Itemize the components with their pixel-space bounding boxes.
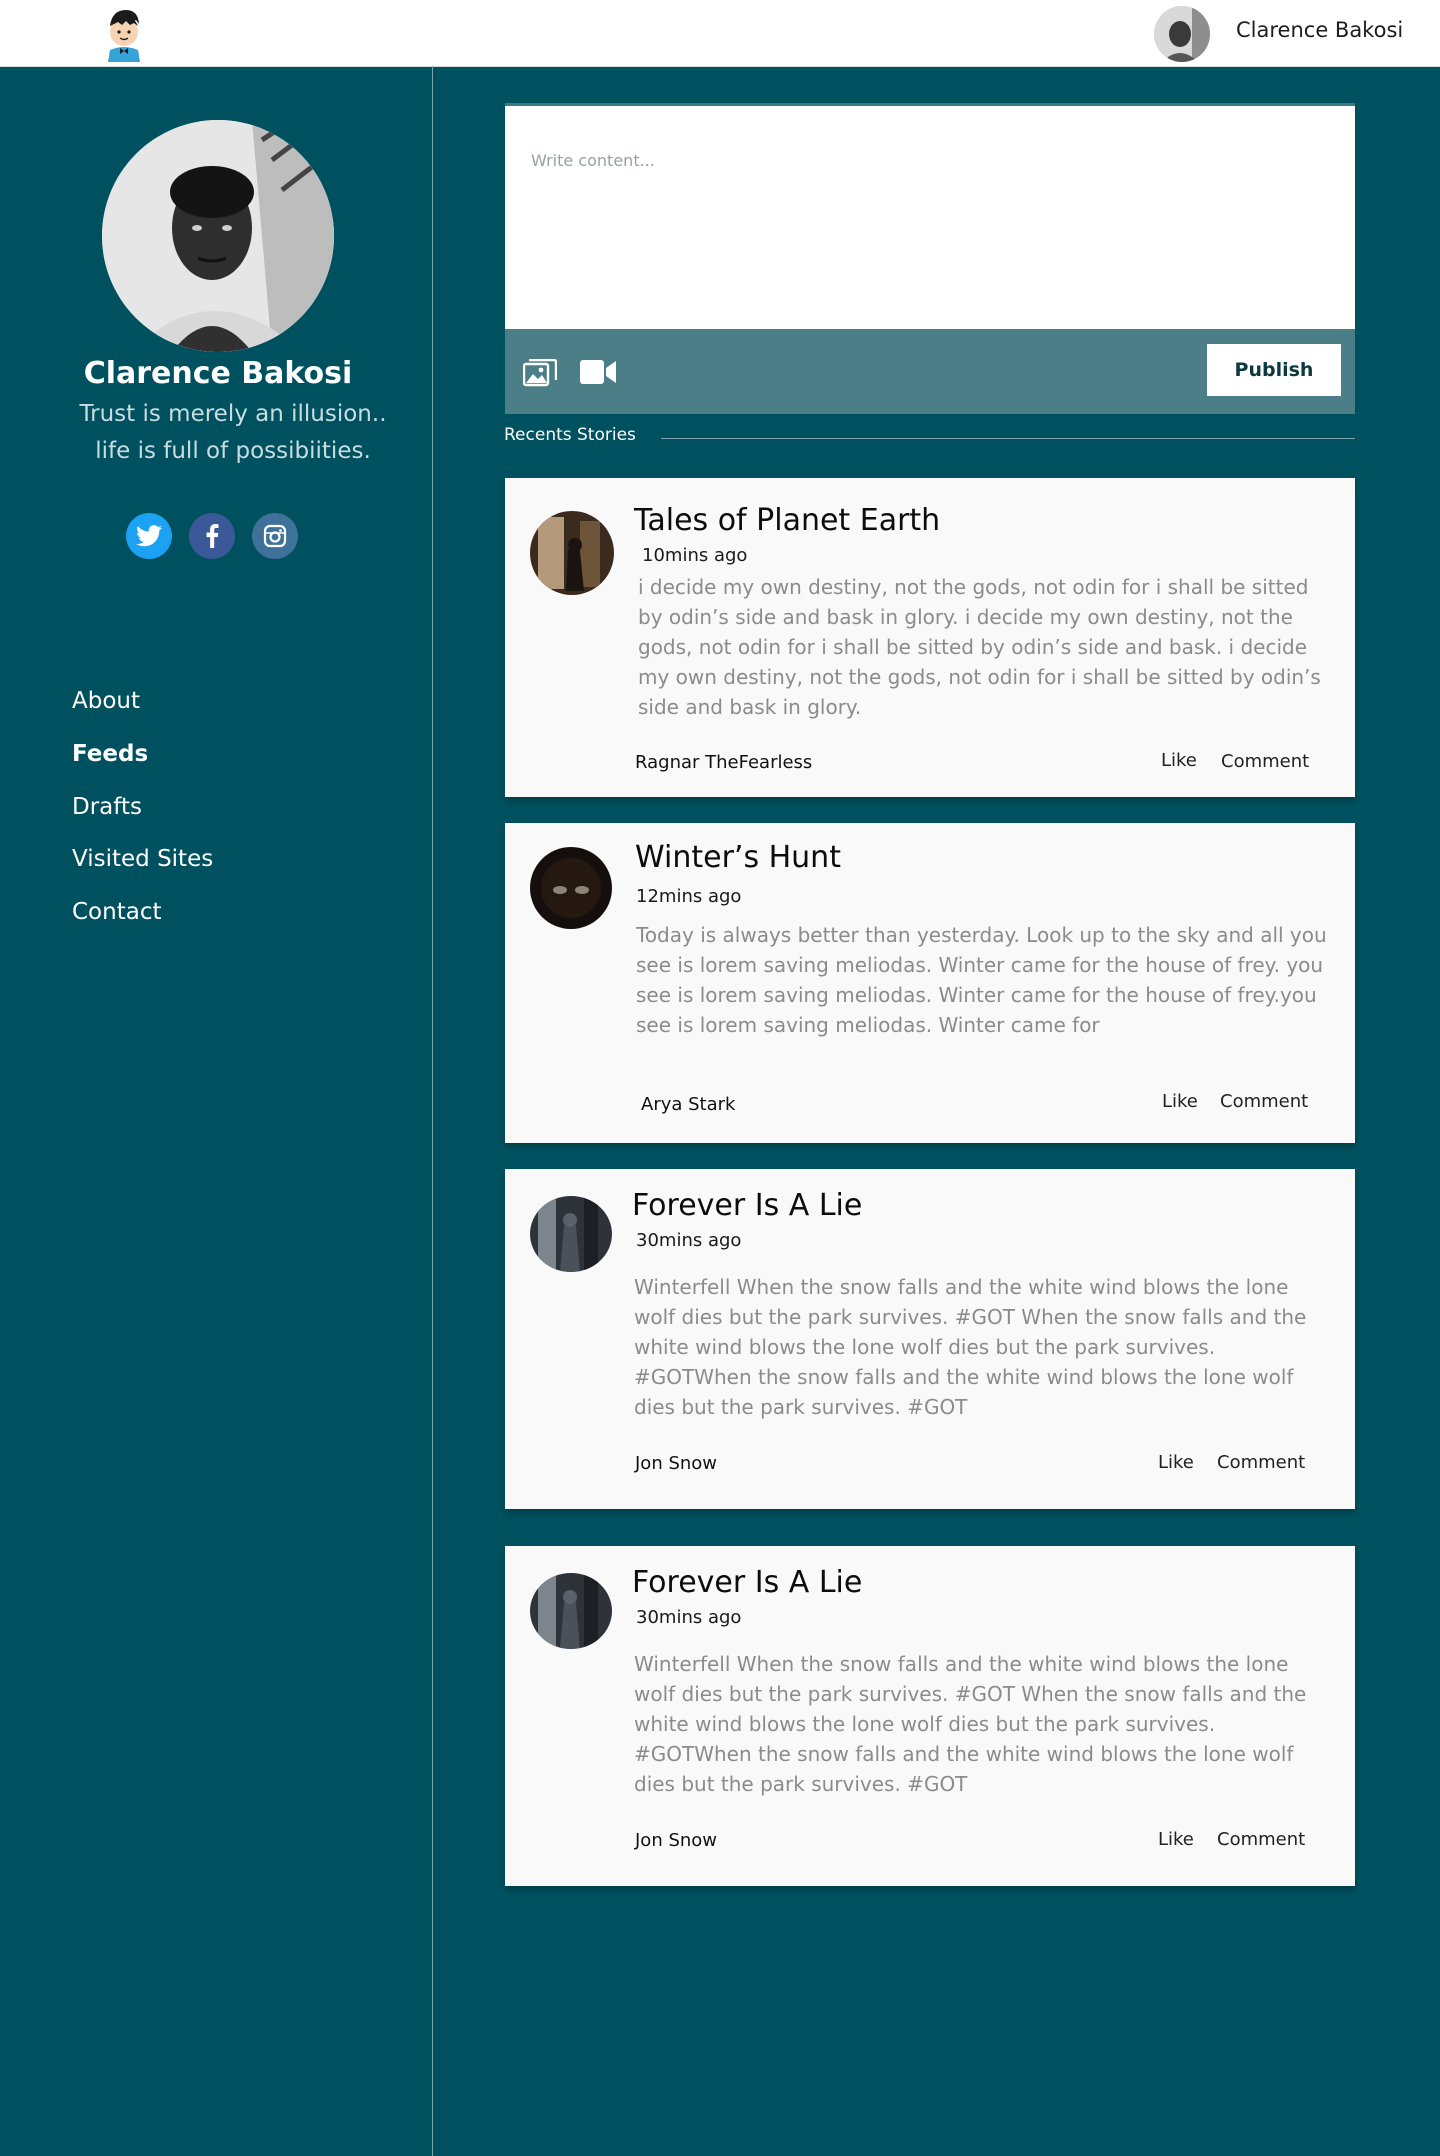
video-camera-icon[interactable]	[579, 359, 617, 389]
post-title[interactable]: Tales of Planet Earth	[634, 503, 940, 538]
nav-item-visited-sites[interactable]: Visited Sites	[72, 846, 213, 872]
nav-item-feeds[interactable]: Feeds	[72, 741, 148, 767]
top-bar: Clarence Bakosi	[0, 0, 1440, 67]
comment-button[interactable]: Comment	[1217, 1452, 1305, 1473]
post-composer: Write content... Publish	[505, 103, 1355, 414]
publish-button[interactable]: Publish	[1207, 344, 1341, 396]
post-title[interactable]: Forever Is A Lie	[632, 1188, 862, 1223]
facebook-icon[interactable]	[189, 513, 235, 559]
comment-button[interactable]: Comment	[1220, 1091, 1308, 1112]
section-divider	[661, 438, 1355, 439]
sidebar: Clarence Bakosi Trust is merely an illus…	[0, 66, 433, 2156]
post-card: Forever Is A Lie 30mins ago Winterfell W…	[505, 1169, 1355, 1509]
post-title[interactable]: Winter’s Hunt	[635, 840, 841, 875]
post-title[interactable]: Forever Is A Lie	[632, 1565, 862, 1600]
post-author-name[interactable]: Jon Snow	[635, 1830, 717, 1851]
post-body: Today is always better than yesterday. L…	[636, 923, 1327, 1037]
post-author-avatar[interactable]	[530, 1573, 612, 1649]
twitter-icon[interactable]	[126, 513, 172, 559]
header-avatar[interactable]	[1154, 6, 1210, 62]
profile-name: Clarence Bakosi	[83, 356, 353, 391]
profile-bio-line-2: life is full of possibiities.	[95, 438, 371, 464]
profile-photo	[102, 120, 334, 352]
post-author-avatar[interactable]	[530, 511, 614, 595]
post-time: 12mins ago	[636, 886, 742, 907]
post-card: Tales of Planet Earth 10mins ago i decid…	[505, 478, 1355, 797]
instagram-icon[interactable]	[252, 513, 298, 559]
post-author-name[interactable]: Arya Stark	[641, 1094, 735, 1115]
post-body: Winterfell When the snow falls and the w…	[634, 1275, 1307, 1419]
header-user-name[interactable]: Clarence Bakosi	[1236, 18, 1403, 42]
app-logo-icon[interactable]	[102, 6, 146, 62]
composer-toolbar: Publish	[505, 329, 1355, 414]
like-button[interactable]: Like	[1158, 1452, 1194, 1473]
like-button[interactable]: Like	[1161, 750, 1197, 771]
post-time: 30mins ago	[636, 1607, 742, 1628]
post-card: Forever Is A Lie 30mins ago Winterfell W…	[505, 1546, 1355, 1886]
post-time: 30mins ago	[636, 1230, 742, 1251]
post-author-name[interactable]: Ragnar TheFearless	[635, 752, 812, 773]
like-button[interactable]: Like	[1158, 1829, 1194, 1850]
nav-item-drafts[interactable]: Drafts	[72, 794, 142, 820]
post-body: Winterfell When the snow falls and the w…	[634, 1652, 1307, 1796]
post-author-avatar[interactable]	[530, 1196, 612, 1272]
post-author-name[interactable]: Jon Snow	[635, 1453, 717, 1474]
post-time: 10mins ago	[642, 545, 748, 566]
image-icon[interactable]	[522, 358, 558, 391]
like-button[interactable]: Like	[1162, 1091, 1198, 1112]
comment-button[interactable]: Comment	[1217, 1829, 1305, 1850]
content-input[interactable]: Write content...	[531, 151, 655, 170]
profile-bio-line-1: Trust is merely an illusion..	[79, 401, 387, 427]
nav-item-contact[interactable]: Contact	[72, 899, 161, 925]
nav-item-about[interactable]: About	[72, 688, 140, 714]
comment-button[interactable]: Comment	[1221, 751, 1309, 772]
post-card: Winter’s Hunt 12mins ago Today is always…	[505, 823, 1355, 1143]
recent-stories-heading: Recents Stories	[504, 425, 636, 445]
post-body: i decide my own destiny, not the gods, n…	[638, 575, 1321, 719]
post-author-avatar[interactable]	[530, 847, 612, 929]
